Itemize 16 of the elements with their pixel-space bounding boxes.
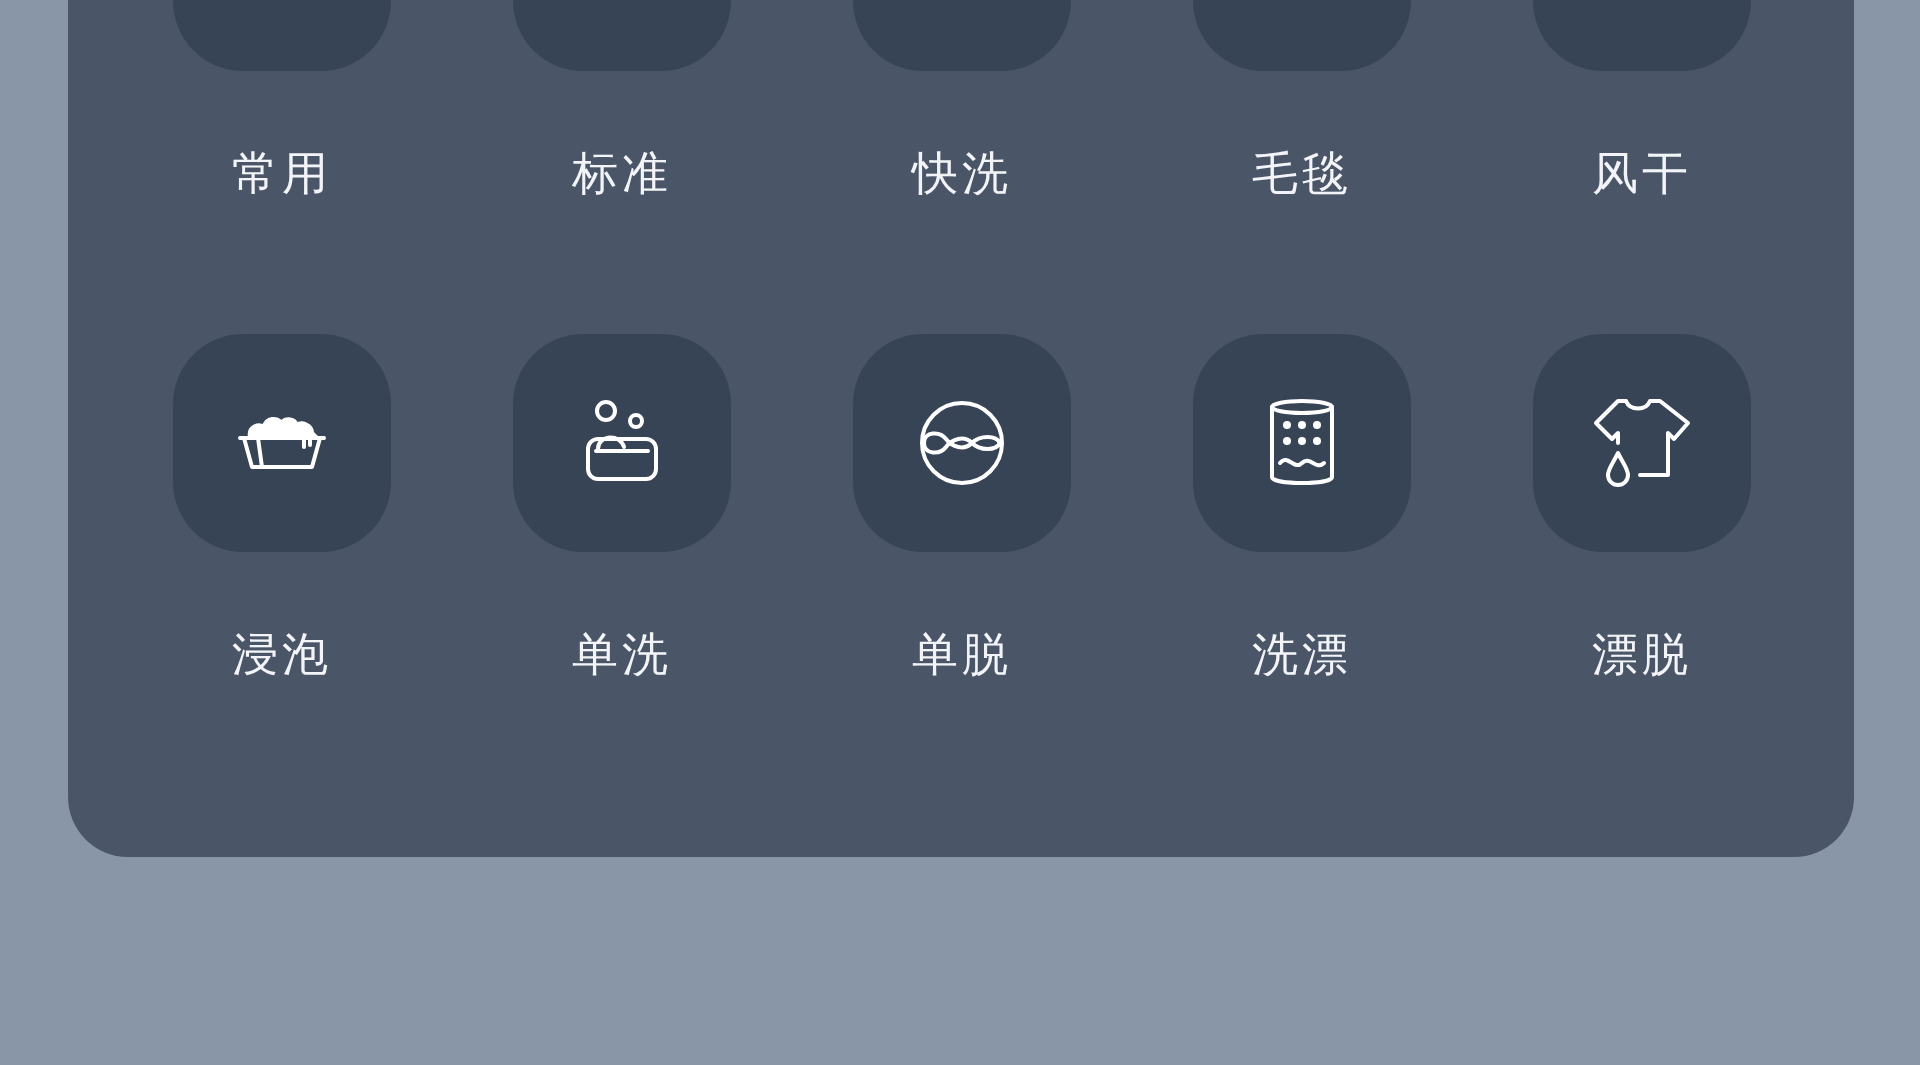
mode-button[interactable] <box>513 334 731 552</box>
mode-button[interactable] <box>853 334 1071 552</box>
mode-label: 常用 <box>232 148 332 198</box>
mode-button[interactable] <box>1193 334 1411 552</box>
mode-button[interactable] <box>1533 334 1751 552</box>
mode-label: 漂脱 <box>1592 629 1692 679</box>
mode-label: 毛毯 <box>1252 148 1352 198</box>
mode-label: 标准 <box>572 148 672 198</box>
mode-button[interactable] <box>173 334 391 552</box>
mode-label: 风干 <box>1592 148 1692 198</box>
shirt-drop-icon <box>1592 397 1692 489</box>
mode-label: 浸泡 <box>232 629 332 679</box>
mode-label: 单脱 <box>912 629 1012 679</box>
mode-label: 快洗 <box>912 148 1012 198</box>
mode-label: 洗漂 <box>1252 629 1352 679</box>
mode-label: 单洗 <box>572 629 672 679</box>
